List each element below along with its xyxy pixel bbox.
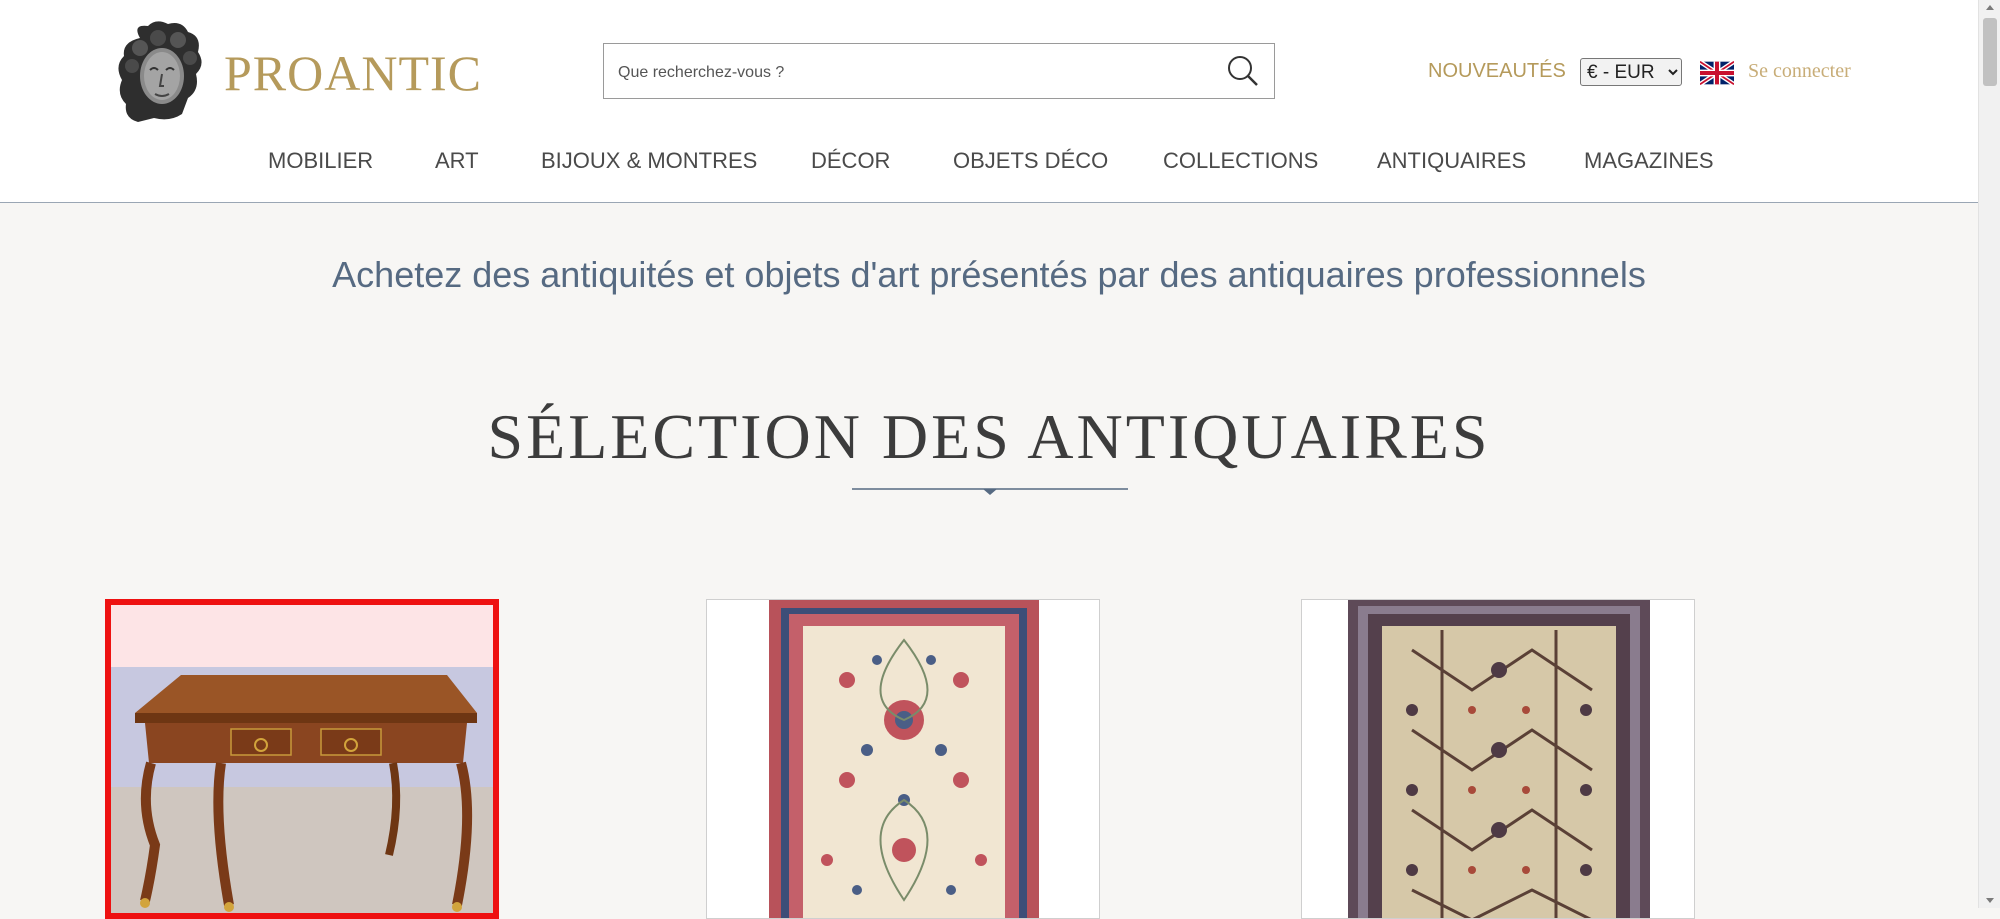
product-card-desk[interactable] [105, 599, 499, 919]
search-input[interactable] [616, 58, 1200, 88]
carpet-ornate-image[interactable] [1302, 600, 1695, 919]
nav-item-collections[interactable]: COLLECTIONS [1163, 148, 1318, 174]
scroll-up-arrow-icon[interactable] [1979, 0, 2000, 16]
scroll-down-arrow-icon[interactable] [1979, 892, 2000, 908]
site-header: PROANTIC NOUVEAUTÉS € - EUR Se connecter… [0, 0, 1978, 203]
main-nav: MOBILIER ART BIJOUX & MONTRES DÉCOR OBJE… [0, 148, 1978, 178]
search-bar [603, 43, 1275, 99]
nav-item-art[interactable]: ART [435, 148, 479, 174]
nav-item-bijoux-montres[interactable]: BIJOUX & MONTRES [541, 148, 757, 174]
product-card-carpet-ornate[interactable] [1301, 599, 1695, 919]
section-title: SÉLECTION DES ANTIQUAIRES [487, 401, 1491, 472]
page-scrollbar[interactable] [1978, 0, 2000, 908]
new-arrivals-link[interactable]: NOUVEAUTÉS [1428, 60, 1566, 83]
nav-item-objets-deco[interactable]: OBJETS DÉCO [953, 148, 1108, 174]
carpet-ivory-image[interactable] [707, 600, 1100, 919]
nav-item-mobilier[interactable]: MOBILIER [268, 148, 373, 174]
search-icon[interactable] [1224, 52, 1262, 90]
currency-select[interactable]: € - EUR [1580, 58, 1682, 86]
statue-head-logo-icon[interactable] [110, 18, 210, 124]
nav-item-magazines[interactable]: MAGAZINES [1584, 148, 1714, 174]
scroll-thumb[interactable] [1983, 18, 1997, 86]
desk-image[interactable] [111, 605, 493, 919]
brand-name[interactable]: PROANTIC [224, 44, 482, 102]
nav-item-decor[interactable]: DÉCOR [811, 148, 890, 174]
nav-item-antiquaires[interactable]: ANTIQUAIRES [1377, 148, 1526, 174]
page-tagline: Achetez des antiquités et objets d'art p… [332, 254, 1646, 295]
title-divider [852, 488, 1128, 495]
login-link[interactable]: Se connecter [1748, 60, 1851, 83]
uk-flag-icon[interactable] [1700, 61, 1734, 85]
product-card-carpet-ivory[interactable] [706, 599, 1100, 919]
